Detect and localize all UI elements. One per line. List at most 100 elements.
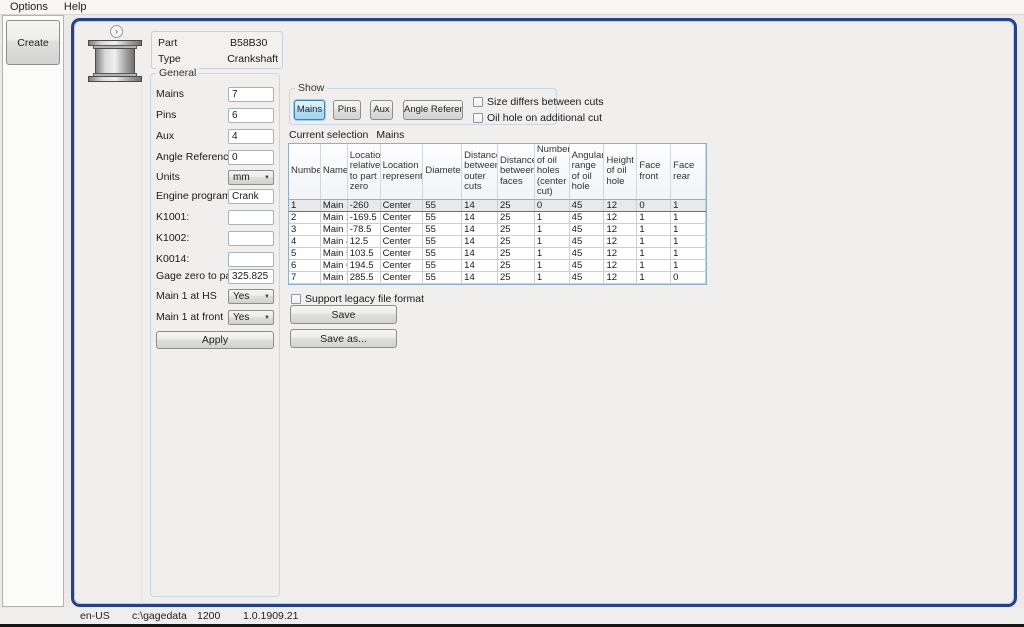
table-cell: 103.5 [348,248,381,259]
status-bar: en-USc:\gagedata12001.0.1909.21 [0,608,1024,624]
menu-item-help[interactable]: Help [56,0,95,15]
type-value: Crankshaft [227,53,278,65]
table-cell: 45 [570,272,605,283]
table-cell: Center [381,260,424,271]
units-select[interactable]: mm▼ [228,170,274,185]
table-cell: Center [381,224,424,235]
table-cell: 1 [671,248,706,259]
size-differs-checkbox[interactable]: Size differs between cuts [473,96,604,108]
table-cell: 1 [671,236,706,247]
engine-program-label: Engine program [156,190,231,203]
table-cell: 25 [498,260,535,271]
field-row-pins: Pins6 [151,108,279,123]
field-row-angle-reference: Angle Reference0 [151,150,279,165]
table-cell: 55 [423,260,462,271]
main-1-at-front-value: Yes [233,311,249,324]
table-cell: 12 [604,200,637,211]
table-cell: 5 [289,248,321,259]
table-cell: 55 [423,200,462,211]
oil-hole-label: Oil hole on additional cut [487,112,602,124]
table-cell: Center [381,236,424,247]
k1001-input[interactable] [228,210,274,225]
checkbox-unchecked-icon [473,113,483,123]
apply-button[interactable]: Apply [156,331,274,349]
field-row-main-1-at-front: Main 1 at front Yes▼ [151,310,279,325]
table-cell: Main 3 [321,224,348,235]
field-row-k1002: K1002: [151,231,279,246]
show-mains-button[interactable]: Mains [294,100,325,120]
column-header-11: Face front [637,144,671,199]
status-item-4: 1.0.1909.21 [243,610,298,622]
table-cell: 1 [637,260,671,271]
main-panel: › Part B58B30 Type Crankshaft General Ma… [71,18,1017,607]
type-label: Type [158,53,227,65]
table-cell: 14 [462,260,498,271]
table-row-3[interactable]: 3Main 3-78.5Center5514251451211 [289,224,706,236]
table-cell: 12 [604,272,637,283]
save-button[interactable]: Save [290,305,397,324]
oil-hole-checkbox[interactable]: Oil hole on additional cut [473,112,602,124]
create-button[interactable]: Create [6,20,60,65]
table-cell: 1 [637,224,671,235]
table-row-5[interactable]: 5Main 5103.5Center5514251451211 [289,248,706,260]
table-cell: 25 [498,224,535,235]
k0014-label: K0014: [156,253,189,266]
table-cell: 25 [498,248,535,259]
k1002-label: K1002: [156,232,189,245]
current-selection-label: Current selection [289,129,368,141]
aux-input[interactable]: 4 [228,129,274,144]
collapse-panel-button[interactable]: › [110,25,123,38]
field-row-k1001: K1001: [151,210,279,225]
show-angle-reference-button[interactable]: Angle Reference [403,100,463,120]
table-cell: 0 [535,200,570,211]
pins-input[interactable]: 6 [228,108,274,123]
table-cell: 1 [671,200,706,211]
table-cell: 285.5 [348,272,381,283]
part-label: Part [158,37,230,49]
save-as-button[interactable]: Save as... [290,329,397,348]
main-1-at-front-select[interactable]: Yes▼ [228,310,274,325]
table-row-6[interactable]: 6Main 6194.5Center5514251451211 [289,260,706,272]
menu-item-options[interactable]: Options [2,0,56,15]
main-1-at-front-label: Main 1 at front [156,311,223,324]
table-cell: 1 [637,248,671,259]
table-cell: 12 [604,248,637,259]
table-cell: 14 [462,224,498,235]
column-header-5: Diameter [423,144,462,199]
table-cell: Main 7 [321,272,348,283]
table-row-4[interactable]: 4Main 412.5Center5514251451211 [289,236,706,248]
angle-reference-input[interactable]: 0 [228,150,274,165]
units-value: mm [233,171,250,184]
main-1-at-hs-select[interactable]: Yes▼ [228,289,274,304]
table-cell: 1 [289,200,321,211]
dropdown-arrow-icon: ▼ [264,293,270,301]
show-pins-button[interactable]: Pins [333,100,361,120]
table-cell: Center [381,248,424,259]
support-legacy-label: Support legacy file format [305,293,424,305]
table-cell: 4 [289,236,321,247]
engine-program-input[interactable]: Crank [228,189,274,204]
show-aux-button[interactable]: Aux [370,100,393,120]
table-cell: Center [381,272,424,283]
support-legacy-checkbox[interactable]: Support legacy file format [291,293,424,305]
chevron-right-icon: › [115,26,118,37]
column-header-12: Face rear [671,144,706,199]
table-cell: Main 1 [321,200,348,211]
status-item-2: c:\gagedata [132,610,187,622]
table-row-2[interactable]: 2Main 2-169.5Center5514251451211 [289,212,706,224]
table-cell: 14 [462,212,498,223]
field-row-gage-zero-to-part-zero: Gage zero to part zero325.825 [151,269,279,284]
gage-zero-to-part-zero-input[interactable]: 325.825 [228,269,274,284]
table-cell: 3 [289,224,321,235]
k1001-label: K1001: [156,211,189,224]
table-row-7[interactable]: 7Main 7285.5Center5514251451210 [289,272,706,284]
k1002-input[interactable] [228,231,274,246]
table-cell: 1 [671,212,706,223]
mains-input[interactable]: 7 [228,87,274,102]
table-row-1[interactable]: 1Main 1-260Center5514250451201 [289,200,706,212]
checkbox-unchecked-icon [473,97,483,107]
table-cell: 14 [462,248,498,259]
table-cell: 1 [637,236,671,247]
k0014-input[interactable] [228,252,274,267]
table-cell: 1 [535,236,570,247]
